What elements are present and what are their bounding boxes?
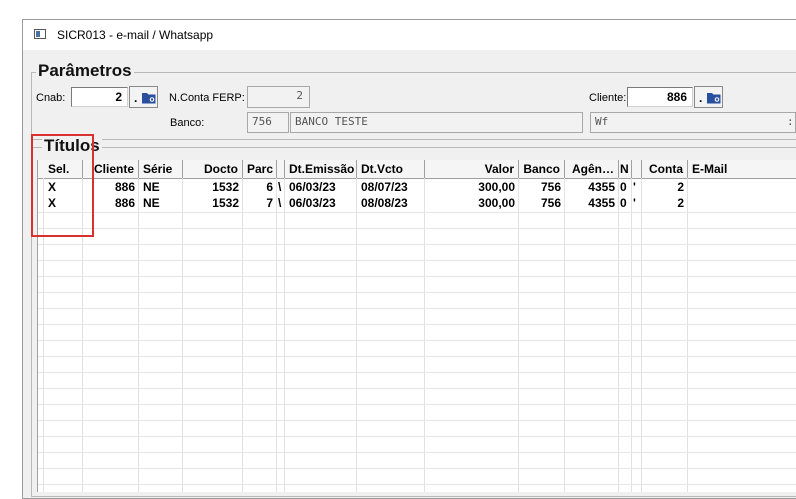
grid-column-line xyxy=(138,178,139,492)
cell-parc: 7 xyxy=(266,196,273,210)
grid-column-line xyxy=(284,178,285,492)
parametros-title: Parâmetros xyxy=(36,61,134,81)
cnab-lookup-button[interactable]: . xyxy=(129,86,158,108)
extra-readonly-field: Wf : xyxy=(590,112,796,133)
banco-code-field: 756 xyxy=(247,112,289,133)
nconta-label: N.Conta FERP: xyxy=(169,92,245,104)
cell-agencia: 4355 xyxy=(588,180,615,194)
cnab-input[interactable]: 2 xyxy=(71,87,128,107)
cell-agencia: 4355 xyxy=(588,196,615,210)
grid-row-line xyxy=(38,244,796,245)
app-window-icon xyxy=(34,29,46,39)
grid-row-line xyxy=(38,260,796,261)
cell-col13: ' xyxy=(633,180,636,194)
cell-email xyxy=(688,179,796,195)
grid-column-line xyxy=(631,178,632,492)
grid-row-line xyxy=(38,212,796,213)
cell-parc: 6 xyxy=(266,180,273,194)
table-row[interactable]: X 886 NE 1532 7 \ 06/03/23 08/08/23 300,00 756 435… xyxy=(38,195,796,211)
cell-col6: \ xyxy=(278,180,282,194)
cell-dt-vcto: 08/08/23 xyxy=(361,196,408,210)
cell-col13: ' xyxy=(633,196,636,210)
grid-row-line xyxy=(38,276,796,277)
folder-search-icon xyxy=(142,93,156,104)
grid-row-line xyxy=(38,388,796,389)
column-header-col13[interactable] xyxy=(632,160,642,178)
column-header-col6[interactable] xyxy=(277,160,285,178)
cell-dt-vcto: 08/07/23 xyxy=(361,180,408,194)
grid-column-line xyxy=(424,178,425,492)
cell-docto: 1532 xyxy=(212,180,239,194)
cliente-input[interactable]: 886 xyxy=(627,87,693,107)
grid-column-line xyxy=(641,178,642,492)
cell-docto: 1532 xyxy=(212,196,239,210)
cell-conta: 2 xyxy=(677,196,684,210)
column-header-serie[interactable]: Série xyxy=(139,160,183,178)
cell-serie: NE xyxy=(143,180,160,194)
window-title: SICR013 - e-mail / Whatsapp xyxy=(57,28,214,42)
grid-column-line xyxy=(687,178,688,492)
lookup-dot-icon: . xyxy=(134,91,138,105)
grid-row-line xyxy=(38,372,796,373)
grid-row-line xyxy=(38,308,796,309)
grid-header: Sel. Cliente Série Docto Parc Dt.Emissão Dt.Vc… xyxy=(38,160,796,179)
banco-label: Banco: xyxy=(170,117,205,129)
selection-highlight-box xyxy=(31,134,94,237)
titulos-grid[interactable]: Sel. Cliente Série Docto Parc Dt.Emissão Dt.Vc… xyxy=(37,160,796,492)
cell-valor: 300,00 xyxy=(478,196,515,210)
column-header-dt-vcto[interactable]: Dt.Vcto xyxy=(357,160,425,178)
cell-n: 0 xyxy=(620,180,627,194)
column-header-parc[interactable]: Parc xyxy=(243,160,277,178)
column-header-docto[interactable]: Docto xyxy=(183,160,243,178)
cell-email xyxy=(688,195,796,211)
cell-banco: 756 xyxy=(540,180,561,194)
column-header-valor[interactable]: Valor xyxy=(425,160,519,178)
table-row[interactable]: X 886 NE 1532 6 \ 06/03/23 08/07/23 300,00 756 435… xyxy=(38,179,796,195)
column-header-conta[interactable]: Conta xyxy=(642,160,688,178)
grid-column-line xyxy=(518,178,519,492)
grid-column-line xyxy=(182,178,183,492)
grid-row-line xyxy=(38,436,796,437)
cell-col6: \ xyxy=(278,196,282,210)
grid-column-line xyxy=(618,178,619,492)
grid-row-line xyxy=(38,404,796,405)
grid-row-line xyxy=(38,356,796,357)
grid-row-line xyxy=(38,468,796,469)
cnab-label: Cnab: xyxy=(36,92,66,104)
cliente-label: Cliente: xyxy=(589,92,627,104)
grid-column-line xyxy=(564,178,565,492)
grid-column-line xyxy=(276,178,277,492)
title-bar[interactable]: SICR013 - e-mail / Whatsapp xyxy=(23,20,796,50)
grid-row-line xyxy=(38,292,796,293)
cell-valor: 300,00 xyxy=(478,180,515,194)
cell-conta: 2 xyxy=(677,180,684,194)
grid-column-line xyxy=(242,178,243,492)
column-header-dt-emissao[interactable]: Dt.Emissão xyxy=(285,160,357,178)
desktop-background xyxy=(0,0,796,20)
banco-name-field: BANCO TESTE xyxy=(290,112,583,133)
nconta-field: 2 xyxy=(247,86,310,108)
grid-column-line xyxy=(356,178,357,492)
cell-dt-emissao: 06/03/23 xyxy=(289,196,336,210)
folder-search-icon xyxy=(707,93,721,104)
grid-row-line xyxy=(38,324,796,325)
cell-banco: 756 xyxy=(540,196,561,210)
grid-row-line xyxy=(38,340,796,341)
grid-row-line xyxy=(38,484,796,485)
cell-serie: NE xyxy=(143,196,160,210)
cliente-lookup-button[interactable]: . xyxy=(694,86,723,108)
column-header-banco[interactable]: Banco xyxy=(519,160,565,178)
column-header-email[interactable]: E-Mail xyxy=(688,160,796,178)
column-header-agencia[interactable]: Agên… xyxy=(565,160,619,178)
column-header-n[interactable]: N xyxy=(619,160,632,178)
grid-row-line xyxy=(38,228,796,229)
grid-row-line xyxy=(38,452,796,453)
lookup-dot-icon: . xyxy=(699,91,703,105)
cell-dt-emissao: 06/03/23 xyxy=(289,180,336,194)
cell-n: 0 xyxy=(620,196,627,210)
grid-row-line xyxy=(38,420,796,421)
